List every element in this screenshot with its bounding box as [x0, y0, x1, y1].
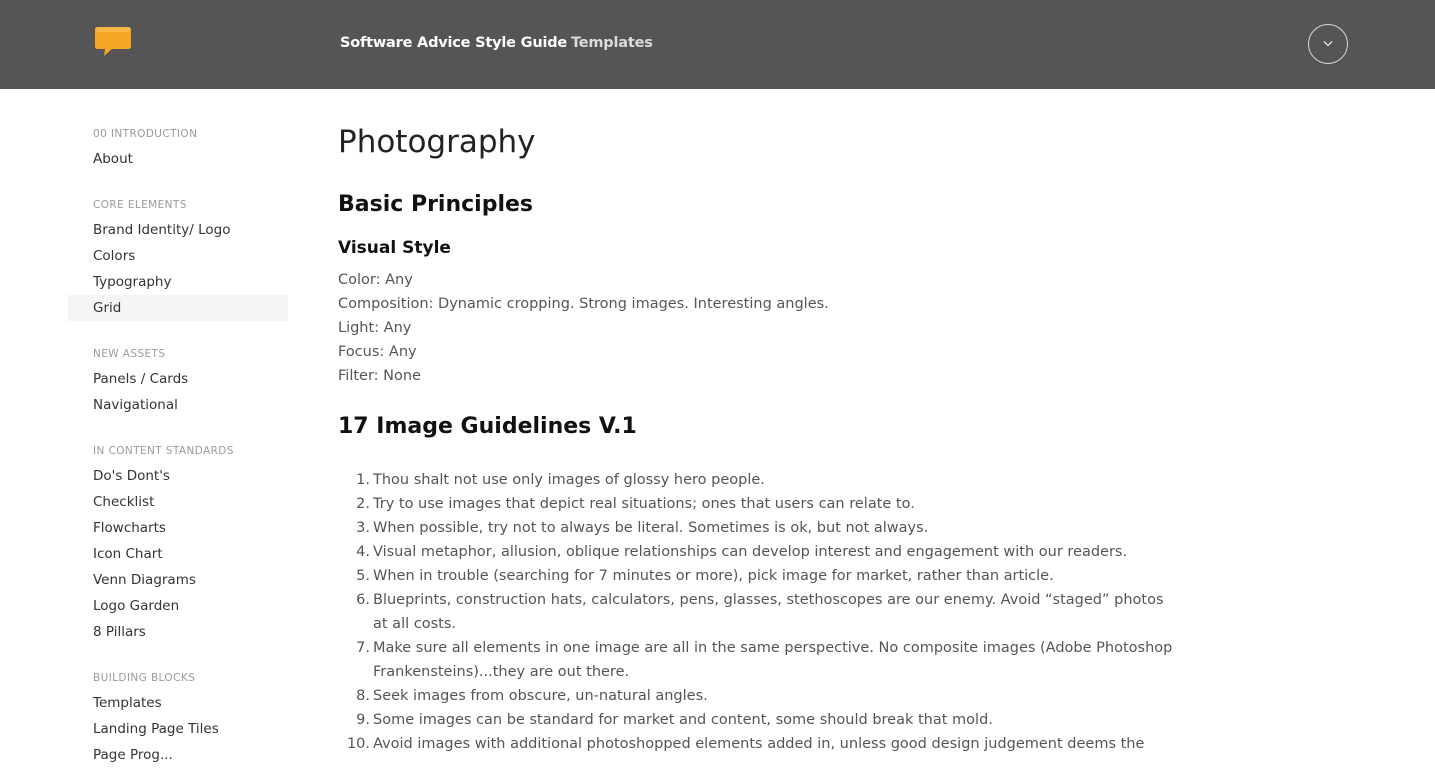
guideline-item: 5. When in trouble (searching for 7 minut… [356, 568, 1054, 584]
menu-toggle-button[interactable] [1308, 24, 1348, 64]
sidebar-item-checklist[interactable]: Checklist [68, 489, 288, 515]
guideline-item: 4. Visual metaphor, allusion, oblique rel… [356, 544, 1128, 560]
guideline-item: 2. Try to use images that depict real sit… [356, 496, 915, 512]
visual-style-line: Color: Any [338, 272, 413, 288]
sidebar-item-typography[interactable]: Typography [68, 269, 288, 295]
guideline-text: When possible, try not to always be lite… [373, 520, 929, 536]
guideline-text: Some images can be standard for market a… [373, 712, 993, 728]
sidebar-section-title: BUILDING BLOCKS [93, 672, 196, 684]
guideline-text: Try to use images that depict real situa… [373, 496, 915, 512]
speech-bubble-icon[interactable] [95, 27, 131, 57]
guidelines-heading: 17 Image Guidelines V.1 [338, 414, 637, 439]
guideline-item: 10. Avoid images with additional photosho… [346, 736, 1145, 752]
chevron-down-icon [1323, 41, 1333, 47]
sidebar-section-new-assets: NEW ASSETS Panels / Cards Navigational [68, 342, 288, 418]
guideline-item: 6. Blueprints, construction hats, calcula… [356, 592, 1164, 632]
basic-principles-heading: Basic Principles [338, 192, 534, 217]
visual-style-line: Composition: Dynamic cropping. Strong im… [338, 296, 829, 312]
sidebar-section-in-content-standards: IN CONTENT STANDARDS Do's Dont's Checkli… [68, 439, 288, 645]
sidebar-item-templates[interactable]: Templates [68, 690, 288, 716]
sidebar-section-title: 00 INTRODUCTION [93, 128, 198, 140]
sidebar-section-core-elements: CORE ELEMENTS Brand Identity/ Logo Color… [68, 193, 288, 321]
sidebar-item-venn-diagrams[interactable]: Venn Diagrams [68, 567, 288, 593]
guidelines-list: 1. Thou shalt not use only images of glos… [346, 468, 1173, 756]
sidebar-item-navigational[interactable]: Navigational [68, 392, 288, 418]
sidebar-item-about[interactable]: About [68, 146, 288, 172]
sidebar-item-landing-page-tiles[interactable]: Landing Page Tiles [68, 716, 288, 742]
sidebar-item-colors[interactable]: Colors [68, 243, 288, 269]
guideline-item: 7. Make sure all elements in one image ar… [356, 640, 1173, 680]
sidebar-section-title: CORE ELEMENTS [93, 199, 187, 211]
sidebar-navigation: 00 INTRODUCTION About CORE ELEMENTS Bran… [68, 122, 288, 768]
sidebar-item-flowcharts[interactable]: Flowcharts [68, 515, 288, 541]
sidebar-item-8-pillars[interactable]: 8 Pillars [68, 619, 288, 645]
sidebar-item-dos-donts[interactable]: Do's Dont's [68, 463, 288, 489]
visual-style-line: Focus: Any [338, 344, 417, 360]
sidebar-item-logo-garden[interactable]: Logo Garden [68, 593, 288, 619]
sidebar-item-icon-chart[interactable]: Icon Chart [68, 541, 288, 567]
visual-style-line: Light: Any [338, 320, 412, 336]
guideline-text: When in trouble (searching for 7 minutes… [373, 568, 1054, 584]
guideline-text: Avoid images with additional photoshoppe… [373, 736, 1145, 752]
guideline-item: 9. Some images can be standard for market… [356, 712, 993, 728]
visual-style-heading: Visual Style [338, 238, 451, 258]
guideline-text: Seek images from obscure, un-natural ang… [373, 688, 708, 704]
nav-templates-link[interactable]: Templates [571, 35, 653, 51]
guideline-item: 3. When possible, try not to always be li… [356, 520, 929, 536]
guideline-text: Blueprints, construction hats, calculato… [373, 592, 1164, 632]
sidebar-item-page-progress[interactable]: Page Prog... [68, 742, 288, 768]
sidebar-section-introduction: 00 INTRODUCTION About [68, 122, 288, 172]
sidebar-section-building-blocks: BUILDING BLOCKS Templates Landing Page T… [68, 666, 288, 768]
guideline-text: Make sure all elements in one image are … [373, 640, 1173, 680]
visual-style-line: Filter: None [338, 368, 421, 384]
guideline-text: Visual metaphor, allusion, oblique relat… [373, 544, 1128, 560]
top-navigation-bar: Software Advice Style Guide Templates [0, 0, 1435, 89]
sidebar-item-brand-identity[interactable]: Brand Identity/ Logo [68, 217, 288, 243]
nav-style-guide-link[interactable]: Software Advice Style Guide [340, 35, 567, 51]
guideline-item: 1. Thou shalt not use only images of glos… [356, 472, 765, 488]
visual-style-list: Color: Any Composition: Dynamic cropping… [338, 268, 829, 388]
sidebar-section-title: IN CONTENT STANDARDS [93, 445, 234, 457]
page-title: Photography [338, 124, 536, 160]
sidebar-item-grid[interactable]: Grid [68, 295, 288, 321]
guideline-item: 8. Seek images from obscure, un-natural a… [356, 688, 708, 704]
guideline-text: Thou shalt not use only images of glossy… [373, 472, 765, 488]
sidebar-item-panels-cards[interactable]: Panels / Cards [68, 366, 288, 392]
sidebar-section-title: NEW ASSETS [93, 348, 166, 360]
